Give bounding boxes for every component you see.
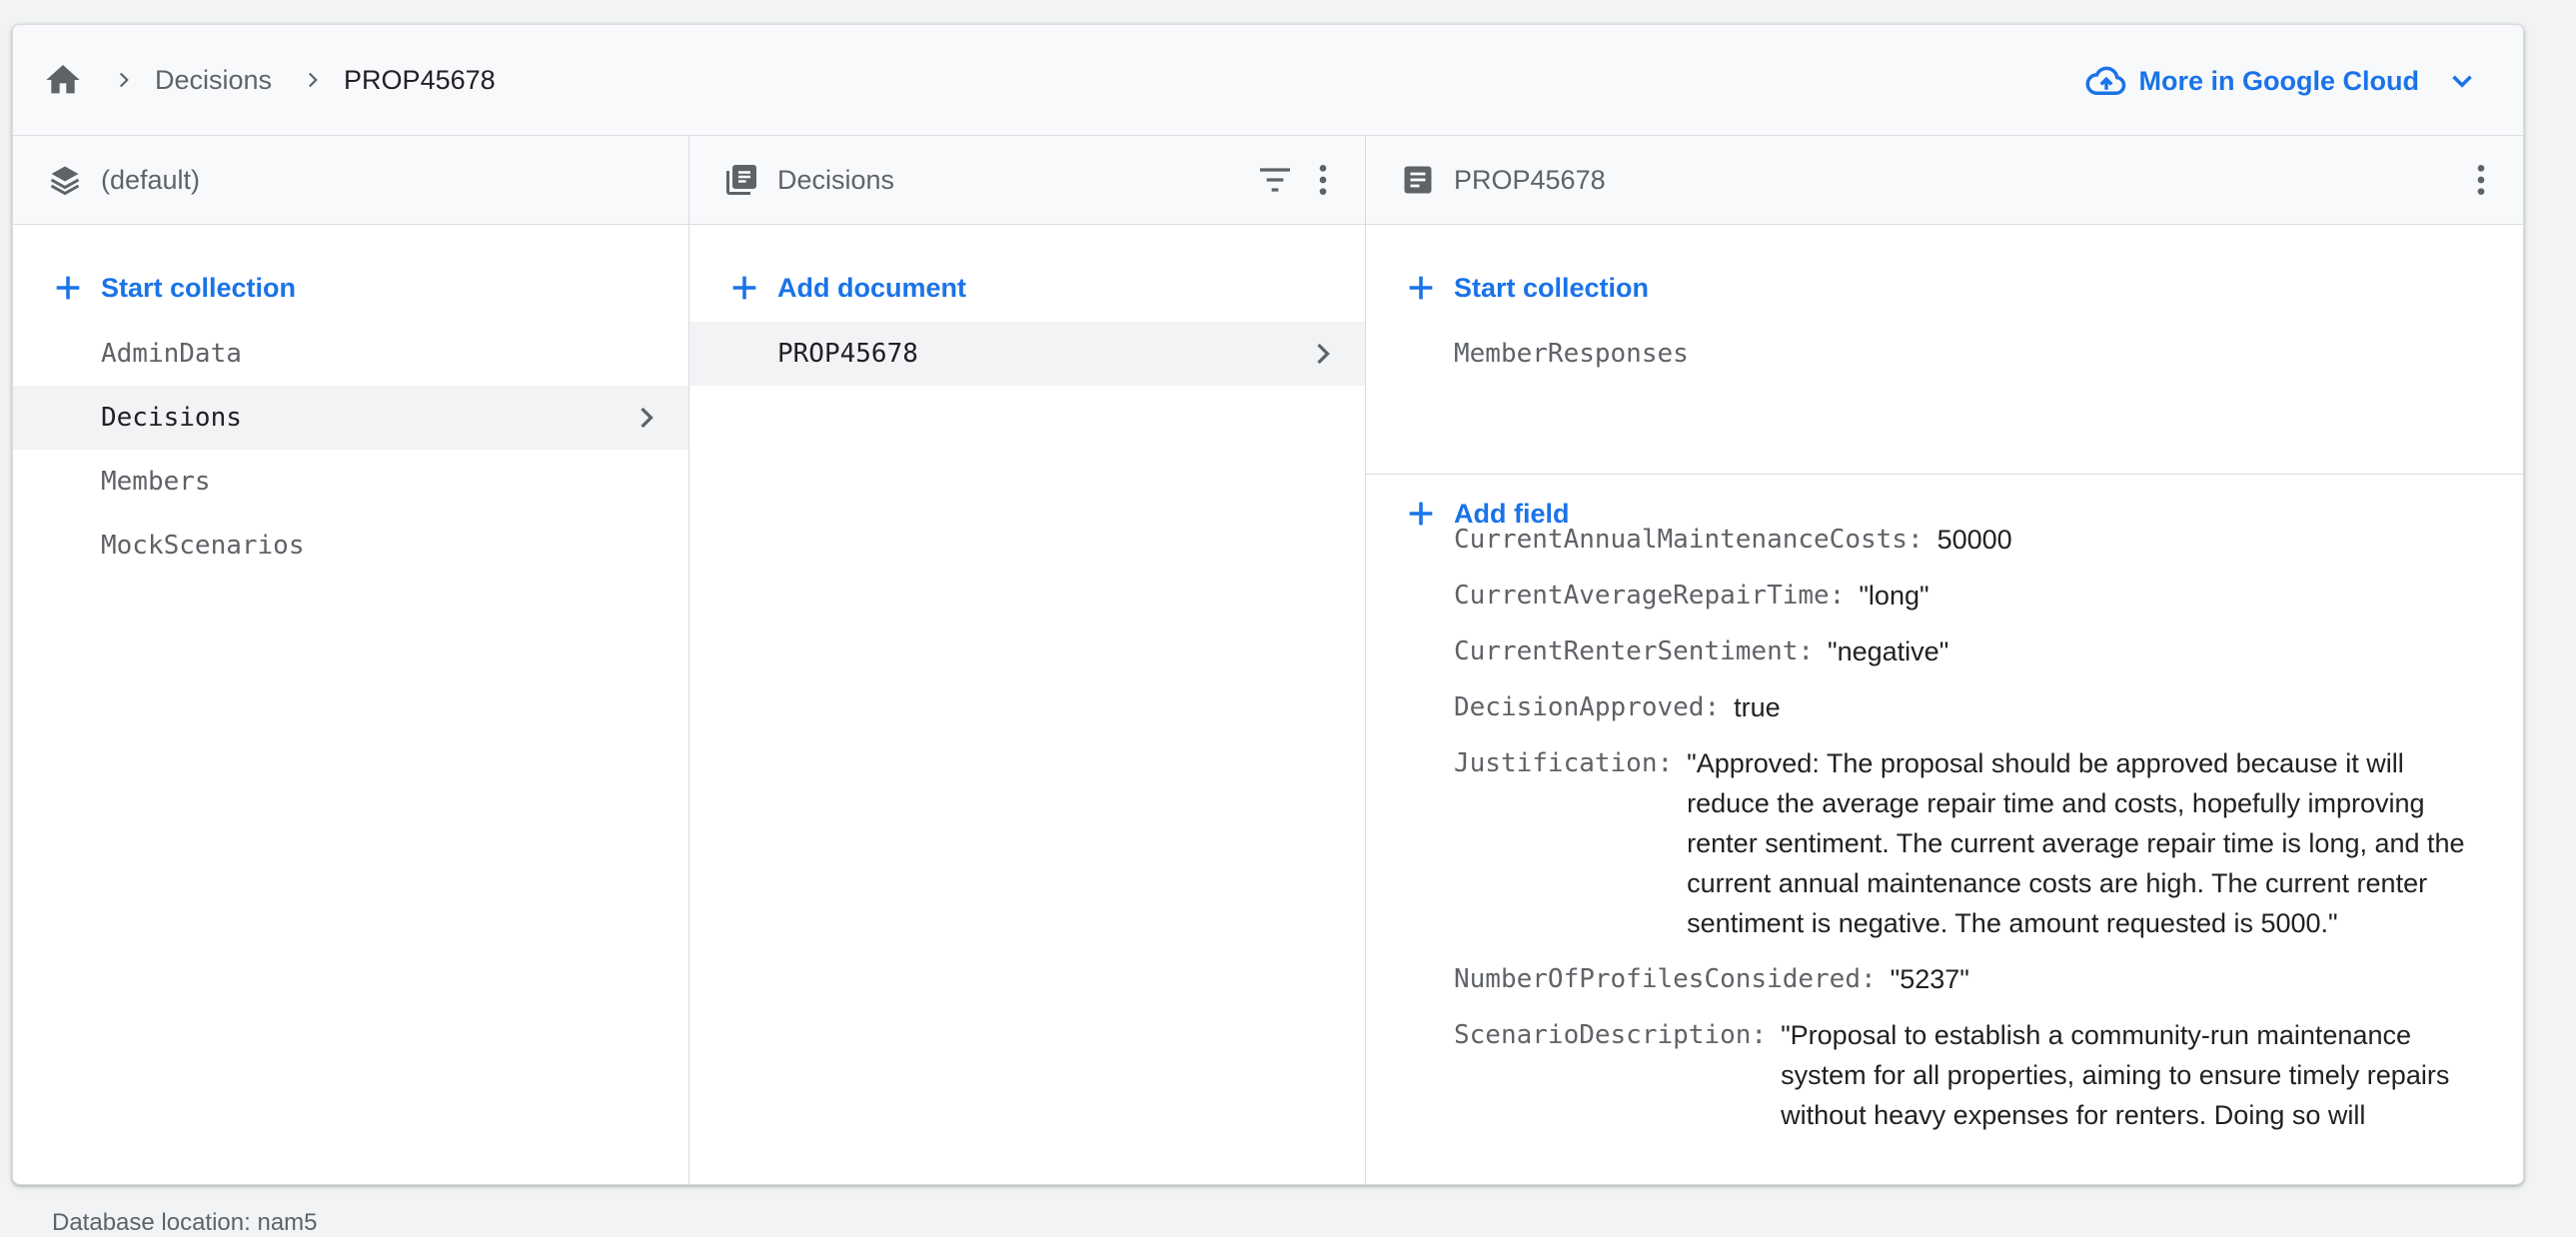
field-key: Justification: bbox=[1454, 748, 1674, 778]
document-item-prop45678[interactable]: PROP45678 bbox=[689, 322, 1365, 386]
collection-label: AdminData bbox=[101, 339, 242, 369]
collection-label: Members bbox=[101, 467, 211, 497]
database-title: (default) bbox=[101, 165, 201, 195]
more-vert-icon[interactable] bbox=[1303, 160, 1343, 200]
chevron-right-icon bbox=[629, 400, 664, 436]
breadcrumb-item-document[interactable]: PROP45678 bbox=[344, 65, 496, 96]
breadcrumb-item-decisions[interactable]: Decisions bbox=[155, 65, 272, 96]
field-value: "Approved: The proposal should be approv… bbox=[1687, 748, 2465, 938]
field-row[interactable]: CurrentAnnualMaintenanceCosts: 50000 bbox=[1454, 520, 2493, 560]
field-key: CurrentRenterSentiment: bbox=[1454, 636, 1815, 666]
document-label: PROP45678 bbox=[777, 339, 918, 369]
field-value: 50000 bbox=[1936, 525, 2012, 555]
field-value: true bbox=[1734, 692, 1781, 722]
plus-icon bbox=[51, 271, 85, 305]
collection-panel-header: Decisions bbox=[689, 136, 1365, 225]
field-value: "negative" bbox=[1828, 636, 1949, 666]
collection-item-admindata[interactable]: AdminData bbox=[13, 322, 688, 386]
field-row[interactable]: CurrentAverageRepairTime: "long" bbox=[1454, 576, 2493, 616]
chevron-right-icon bbox=[300, 67, 326, 93]
collection-icon bbox=[723, 162, 759, 198]
more-vert-icon[interactable] bbox=[2461, 160, 2501, 200]
document-panel-header: PROP45678 bbox=[1366, 136, 2523, 225]
field-row[interactable]: Justification: "Approved: The proposal s… bbox=[1454, 743, 2493, 943]
filter-icon[interactable] bbox=[1255, 160, 1295, 200]
field-row[interactable]: CurrentRenterSentiment: "negative" bbox=[1454, 631, 2493, 671]
field-row[interactable]: DecisionApproved: true bbox=[1454, 687, 2493, 727]
chevron-right-icon bbox=[1305, 336, 1341, 372]
document-icon bbox=[1400, 162, 1436, 198]
firestore-console: Decisions PROP45678 More in Google Cloud… bbox=[12, 24, 2524, 1185]
subcollection-label: MemberResponses bbox=[1454, 339, 1689, 369]
section-divider bbox=[1366, 474, 2523, 475]
collection-label: MockScenarios bbox=[101, 531, 305, 561]
cloud-icon bbox=[2085, 60, 2127, 102]
breadcrumb-bar: Decisions PROP45678 More in Google Cloud bbox=[13, 25, 2523, 136]
start-collection-button[interactable]: Start collection bbox=[1404, 268, 1649, 308]
start-collection-label: Start collection bbox=[101, 272, 297, 303]
field-row[interactable]: ScenarioDescription: "Proposal to establ… bbox=[1454, 1015, 2493, 1135]
field-key: NumberOfProfilesConsidered: bbox=[1454, 964, 1877, 994]
chevron-down-icon bbox=[2445, 64, 2479, 98]
field-row[interactable]: NumberOfProfilesConsidered: "5237" bbox=[1454, 959, 2493, 999]
start-collection-label: Start collection bbox=[1454, 272, 1650, 303]
database-location-footer: Database location: nam5 bbox=[52, 1209, 318, 1236]
chevron-right-icon bbox=[111, 67, 137, 93]
field-key: CurrentAverageRepairTime: bbox=[1454, 581, 1846, 611]
collection-panel: Decisions Add document PROP45678 bbox=[689, 136, 1366, 1184]
collection-item-members[interactable]: Members bbox=[13, 450, 688, 514]
home-icon[interactable] bbox=[43, 60, 83, 100]
field-value: "5237" bbox=[1890, 964, 1969, 994]
collection-item-mockscenarios[interactable]: MockScenarios bbox=[13, 514, 688, 578]
field-value: "long" bbox=[1859, 581, 1930, 611]
field-value: "Proposal to establish a community-run m… bbox=[1781, 1020, 2450, 1130]
plus-icon bbox=[1404, 271, 1438, 305]
plus-icon bbox=[727, 271, 761, 305]
database-panel: (default) Start collection AdminData Dec… bbox=[13, 136, 689, 1184]
field-list: CurrentAnnualMaintenanceCosts: 50000 Cur… bbox=[1454, 520, 2493, 1151]
field-key: ScenarioDescription: bbox=[1454, 1020, 1768, 1050]
collection-title: Decisions bbox=[777, 165, 895, 195]
field-key: CurrentAnnualMaintenanceCosts: bbox=[1454, 525, 1924, 555]
add-document-label: Add document bbox=[777, 272, 966, 303]
document-title: PROP45678 bbox=[1454, 165, 1606, 195]
collection-item-decisions[interactable]: Decisions bbox=[13, 386, 688, 450]
field-key: DecisionApproved: bbox=[1454, 692, 1721, 722]
collection-label: Decisions bbox=[101, 403, 242, 433]
document-panel: PROP45678 Start collection MemberRespons… bbox=[1366, 136, 2523, 1184]
database-panel-header: (default) bbox=[13, 136, 688, 225]
more-in-google-cloud-label: More in Google Cloud bbox=[2138, 65, 2419, 96]
add-document-button[interactable]: Add document bbox=[727, 268, 966, 308]
subcollection-item-memberresponses[interactable]: MemberResponses bbox=[1366, 322, 2523, 386]
breadcrumb: Decisions PROP45678 bbox=[43, 55, 496, 105]
database-stack-icon bbox=[47, 162, 83, 198]
plus-icon bbox=[1404, 497, 1438, 531]
more-in-google-cloud-button[interactable]: More in Google Cloud bbox=[2085, 59, 2479, 103]
start-collection-button[interactable]: Start collection bbox=[51, 268, 296, 308]
